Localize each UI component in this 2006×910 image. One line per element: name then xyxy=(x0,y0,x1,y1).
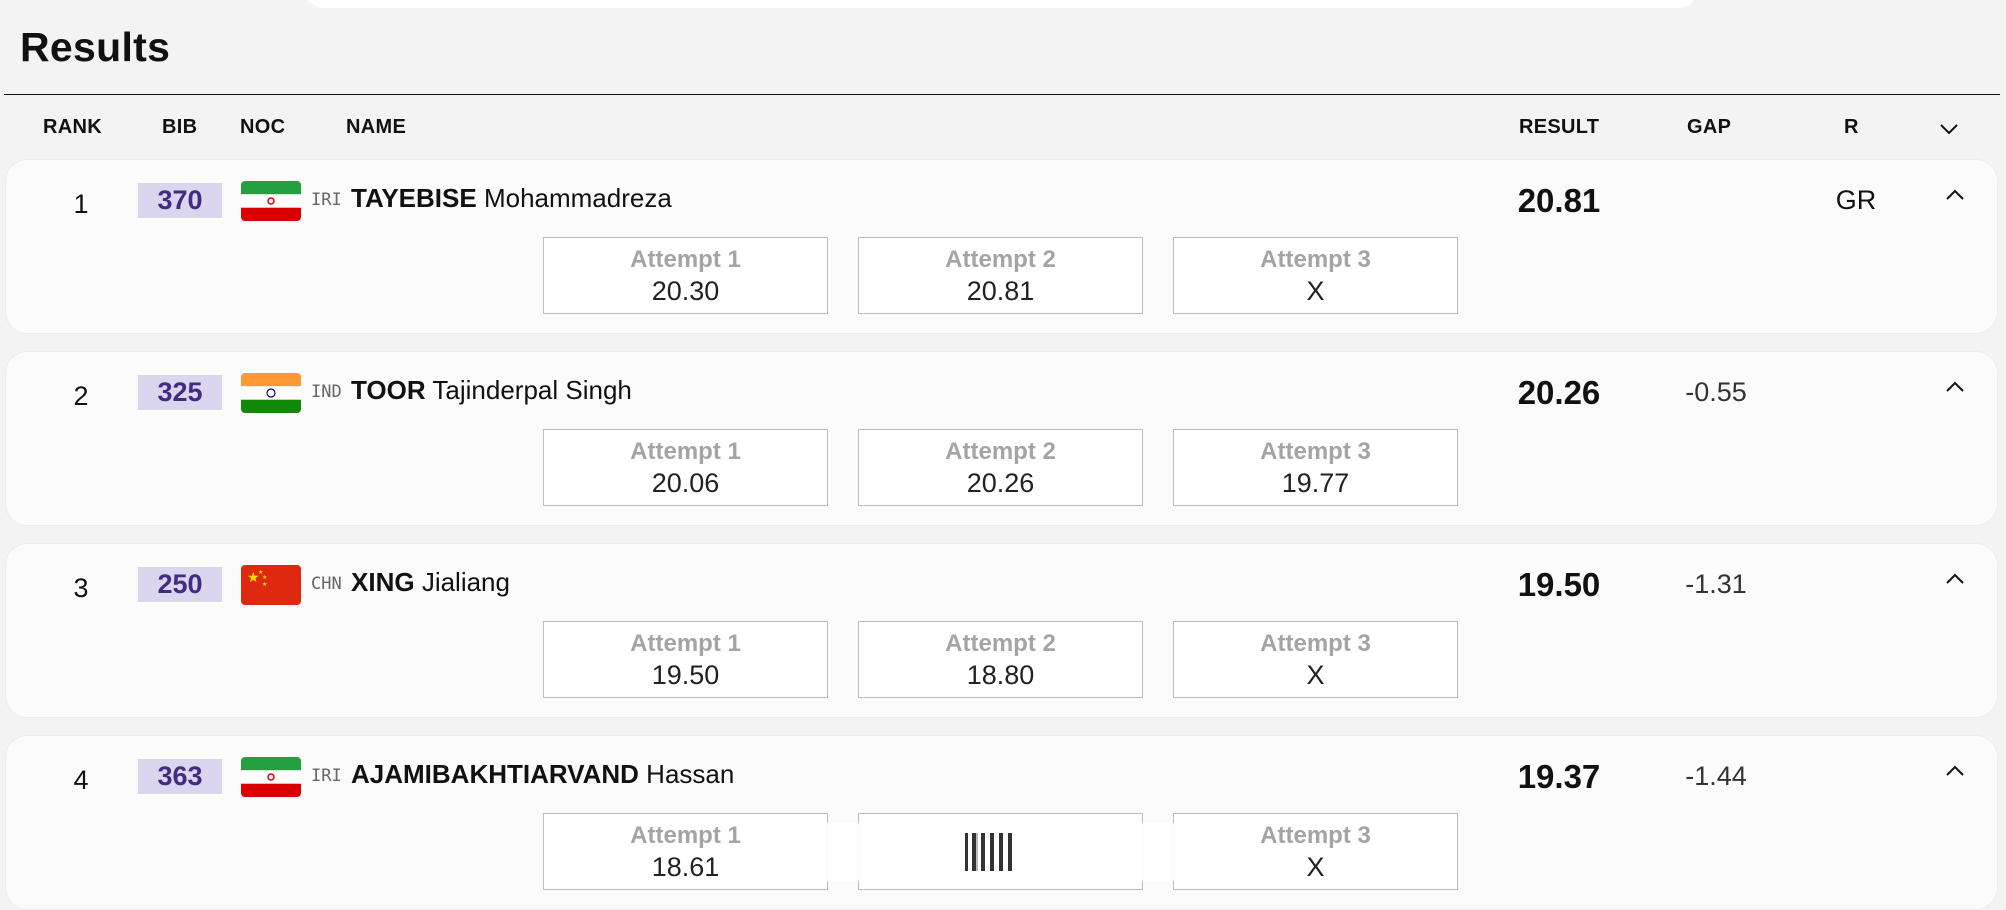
chevron-down-icon[interactable] xyxy=(1939,118,1959,141)
attempt-value: 19.50 xyxy=(651,660,720,690)
result-value: 20.26 xyxy=(1517,374,1601,411)
attempt-label: Attempt 1 xyxy=(630,246,741,273)
result-value: 19.50 xyxy=(1517,566,1601,603)
noc-code: IRI xyxy=(311,766,342,786)
noc-code: CHN xyxy=(311,574,342,594)
attempt-value: 20.06 xyxy=(651,468,720,498)
attempt-value: X xyxy=(1306,276,1325,306)
result-value: 20.81 xyxy=(1517,182,1601,219)
rank: 3 xyxy=(73,573,89,603)
rank: 2 xyxy=(73,381,89,411)
attempt-box: Attempt 2 18.80 xyxy=(858,621,1143,698)
iran-flag-icon xyxy=(241,181,301,221)
attempt-label: Attempt 3 xyxy=(1260,630,1371,657)
attempt-label: Attempt 2 xyxy=(945,438,1056,465)
attempt-label: Attempt 3 xyxy=(1260,822,1371,849)
attempt-value: 20.30 xyxy=(651,276,720,306)
attempt-box: Attempt 1 18.61 xyxy=(543,813,828,890)
loading-overlay xyxy=(805,823,1195,881)
attempt-label: Attempt 2 xyxy=(945,246,1056,273)
header-divider xyxy=(4,94,2000,95)
athlete-name[interactable]: XING Jialiang xyxy=(351,567,510,598)
athlete-name[interactable]: TOOR Tajinderpal Singh xyxy=(351,375,632,406)
rank: 1 xyxy=(73,189,89,219)
athlete-surname: AJAMIBAKHTIARVAND xyxy=(351,759,639,789)
gap-value: -0.55 xyxy=(1685,377,1747,407)
attempt-box: Attempt 1 19.50 xyxy=(543,621,828,698)
attempt-label: Attempt 1 xyxy=(630,822,741,849)
top-card xyxy=(305,0,1697,8)
header-result: RESULT xyxy=(1519,116,1600,138)
attempt-box: Attempt 3 X xyxy=(1173,621,1458,698)
attempt-label: Attempt 3 xyxy=(1260,246,1371,273)
athlete-given-name: Hassan xyxy=(646,759,735,789)
svg-text:★: ★ xyxy=(262,581,267,588)
bib-badge: 325 xyxy=(138,375,222,410)
attempt-value: 20.26 xyxy=(966,468,1035,498)
attempt-box: Attempt 3 X xyxy=(1173,813,1458,890)
athlete-given-name: Tajinderpal Singh xyxy=(432,375,632,405)
chevron-up-icon[interactable] xyxy=(1945,380,1965,398)
result-value: 19.37 xyxy=(1517,758,1601,795)
header-name: NAME xyxy=(346,116,407,138)
noc-code: IND xyxy=(311,382,342,402)
attempt-value: 19.77 xyxy=(1281,468,1350,498)
bib-badge: 370 xyxy=(138,183,222,218)
table-row[interactable]: 1 370 IRI TAYEBISE Mohammadreza 20.81 GR… xyxy=(5,159,1998,334)
athlete-name[interactable]: TAYEBISE Mohammadreza xyxy=(351,183,672,214)
noc-code: IRI xyxy=(311,190,342,210)
athlete-given-name: Jialiang xyxy=(421,567,510,597)
table-header: RANK BIB NOC NAME RESULT GAP R xyxy=(0,108,2006,144)
gap-value: -1.31 xyxy=(1685,569,1747,599)
chevron-up-icon[interactable] xyxy=(1945,188,1965,206)
attempt-box: Attempt 2 20.81 xyxy=(858,237,1143,314)
india-flag-icon xyxy=(241,373,301,413)
attempt-value: 20.81 xyxy=(966,276,1035,306)
page-title: Results xyxy=(20,24,171,70)
attempt-box: Attempt 3 19.77 xyxy=(1173,429,1458,506)
attempt-label: Attempt 1 xyxy=(630,438,741,465)
attempt-box: Attempt 1 20.06 xyxy=(543,429,828,506)
header-noc: NOC xyxy=(240,116,286,138)
athlete-given-name: Mohammadreza xyxy=(483,183,672,213)
table-row[interactable]: 3 250 ★ ★ ★ ★ CHN XING Jialiang 19.50 -1.31… xyxy=(5,543,1998,718)
chevron-up-icon[interactable] xyxy=(1945,572,1965,590)
attempt-value: X xyxy=(1306,660,1325,690)
athlete-surname: TAYEBISE xyxy=(351,183,477,213)
bib-badge: 363 xyxy=(138,759,222,794)
attempt-label: Attempt 3 xyxy=(1260,438,1371,465)
athlete-surname: XING xyxy=(351,567,415,597)
attempt-label: Attempt 2 xyxy=(945,630,1056,657)
header-bib: BIB xyxy=(162,116,198,138)
athlete-surname: TOOR xyxy=(351,375,426,405)
header-rank: RANK xyxy=(43,116,102,138)
attempt-value: 18.61 xyxy=(651,852,720,882)
rank: 4 xyxy=(73,765,89,795)
table-row[interactable]: 2 325 IND TOOR Tajinderpal Singh 20.26 -… xyxy=(5,351,1998,526)
athlete-name[interactable]: AJAMIBAKHTIARVAND Hassan xyxy=(351,759,734,790)
attempt-label: Attempt 1 xyxy=(630,630,741,657)
attempt-box: Attempt 1 20.30 xyxy=(543,237,828,314)
chevron-up-icon[interactable] xyxy=(1945,764,1965,782)
attempt-value: X xyxy=(1306,852,1325,882)
bib-badge: 250 xyxy=(138,567,222,602)
iran-flag-icon xyxy=(241,757,301,797)
header-record: R xyxy=(1844,116,1859,138)
svg-text:★: ★ xyxy=(262,574,267,581)
attempt-box: Attempt 3 X xyxy=(1173,237,1458,314)
attempt-value: 18.80 xyxy=(966,660,1035,690)
attempt-box: Attempt 2 20.26 xyxy=(858,429,1143,506)
record-value: GR xyxy=(1835,185,1877,215)
china-flag-icon: ★ ★ ★ ★ xyxy=(241,565,301,605)
gap-value: -1.44 xyxy=(1685,761,1747,791)
header-gap: GAP xyxy=(1687,116,1732,138)
